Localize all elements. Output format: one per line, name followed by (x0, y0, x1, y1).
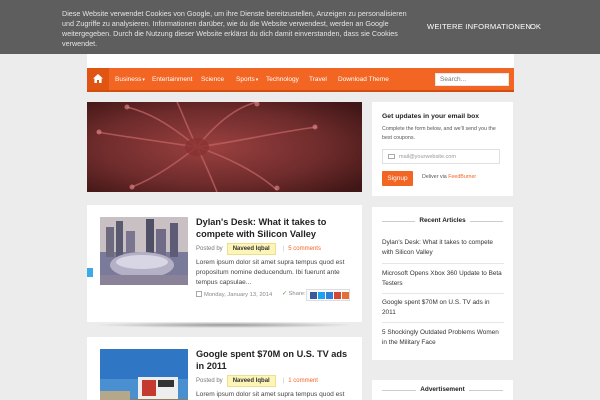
card-shadow (92, 322, 357, 328)
nav-item-download-theme[interactable]: Download Theme (338, 76, 389, 83)
post-title[interactable]: Dylan's Desk: What it takes to compete w… (196, 217, 351, 240)
home-icon (93, 74, 103, 83)
nav-item-technology[interactable]: Technology (266, 76, 299, 83)
recent-article-link[interactable]: Microsoft Opens Xbox 360 Update to Beta … (382, 269, 504, 288)
nav-item-business[interactable]: Business▾ (115, 76, 145, 83)
post-meta: Posted by Naveed Iqbal | 5 comments (196, 243, 321, 255)
flower-image (87, 102, 362, 192)
post-thumbnail[interactable] (100, 349, 188, 400)
feedburner-link[interactable]: FeedBurner (448, 174, 476, 180)
post-meta: Posted by Naveed Iqbal | 1 comment (196, 375, 318, 387)
more-info-button[interactable]: WEITERE INFORMATIONEN (427, 22, 531, 31)
nav-home[interactable] (87, 68, 109, 90)
recent-articles-widget: Recent Articles Dylan's Desk: What it ta… (372, 207, 513, 360)
comments-link[interactable]: 5 comments (288, 246, 321, 252)
subscribe-title: Get updates in your email box (382, 113, 480, 120)
recent-article-link[interactable]: 5 Shockingly Outdated Problems Women in … (382, 328, 504, 347)
side-tab[interactable] (87, 268, 93, 277)
advertisement-widget: Advertisement (372, 380, 513, 400)
header-banner-image (87, 102, 362, 192)
widget-header: Advertisement (382, 386, 503, 394)
recent-article-link[interactable]: Dylan's Desk: What it takes to compete w… (382, 238, 504, 257)
widget-title: Advertisement (416, 386, 469, 393)
chevron-down-icon: ▾ (255, 77, 259, 83)
subscribe-description: Complete the form below, and we'll send … (382, 126, 496, 141)
share-more-icon[interactable] (342, 292, 349, 299)
nav-item-sports[interactable]: Sports▾ (236, 76, 258, 83)
divider (382, 293, 504, 294)
author-badge[interactable]: Naveed Iqbal (226, 243, 276, 255)
comments-link[interactable]: 1 comment (288, 378, 318, 384)
divider (382, 263, 504, 264)
search-input[interactable] (435, 73, 509, 86)
post-thumbnail[interactable] (100, 217, 188, 285)
divider (382, 322, 504, 323)
nav-item-science[interactable]: Science (201, 76, 224, 83)
share-buttons (306, 289, 350, 301)
divider: | (282, 246, 285, 252)
main-nav: Business▾ Entertainment Science Sports▾ … (87, 68, 514, 92)
cookie-text: Diese Website verwendet Cookies von Goog… (62, 9, 407, 48)
signup-button[interactable]: Signup (382, 171, 413, 186)
share-icon: ✓ (282, 291, 287, 297)
deliver-via: Deliver via FeedBurner (422, 174, 477, 180)
city-bean-image (100, 217, 188, 285)
google-plus-icon[interactable] (334, 292, 341, 299)
ok-button[interactable]: OK (530, 22, 541, 31)
subscribe-widget: Get updates in your email box Complete t… (372, 102, 513, 196)
mail-icon (388, 154, 395, 159)
billboard-image (100, 349, 188, 400)
widget-title: Recent Articles (415, 217, 470, 224)
post-title[interactable]: Google spent $70M on U.S. TV ads in 2011 (196, 349, 351, 372)
post-date: Monday, January 13, 2014 (196, 291, 272, 298)
post-excerpt: Lorem ipsum dolor sit amet supra tempus … (196, 391, 345, 398)
header-strip (87, 54, 514, 68)
calendar-icon (196, 291, 202, 297)
widget-header: Recent Articles (382, 217, 503, 225)
email-field[interactable]: mail@yourwebsite.com (382, 149, 500, 164)
post-card: Dylan's Desk: What it takes to compete w… (87, 205, 362, 322)
twitter-icon[interactable] (318, 292, 325, 299)
linkedin-icon[interactable] (326, 292, 333, 299)
post-excerpt: Lorem ipsum dolor sit amet supra tempus … (196, 259, 345, 286)
post-card: Google spent $70M on U.S. TV ads in 2011… (87, 337, 362, 400)
divider: | (282, 378, 285, 384)
facebook-icon[interactable] (310, 292, 317, 299)
recent-article-link[interactable]: Google spent $70M on U.S. TV ads in 2011 (382, 298, 504, 317)
chevron-down-icon: ▾ (142, 77, 145, 83)
nav-item-travel[interactable]: Travel (309, 76, 327, 83)
nav-item-entertainment[interactable]: Entertainment (152, 76, 192, 83)
share-label: ✓ Share: (282, 291, 306, 297)
cookie-bar: Diese Website verwendet Cookies von Goog… (0, 0, 600, 54)
author-badge[interactable]: Naveed Iqbal (226, 375, 276, 387)
